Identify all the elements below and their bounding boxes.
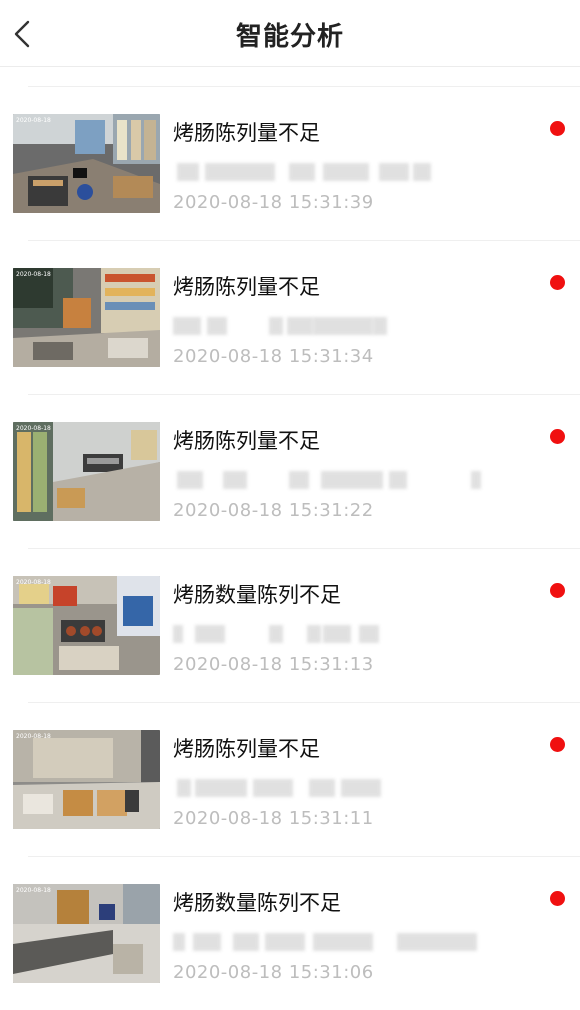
list-item[interactable]: 2020-08-18 烤肠陈列量不足 2020-08-18 15:31:11	[0, 702, 580, 856]
alert-title: 烤肠陈列量不足	[173, 121, 320, 145]
list-item[interactable]: 2020-08-18 烤肠数量陈列不足 2020-08-18 15:31:06	[0, 856, 580, 1010]
red-dot-icon	[550, 429, 565, 444]
camera-snapshot-thumbnail: 2020-08-18	[13, 730, 160, 829]
svg-text:2020-08-18: 2020-08-18	[16, 117, 51, 124]
redacted-location-text	[173, 469, 493, 491]
red-dot-icon	[550, 583, 565, 598]
nav-bar: 智能分析	[0, 0, 580, 67]
list-item[interactable]: 2020-08-18 烤肠陈列量不足 2020-08-18 15:31:22	[0, 394, 580, 548]
alert-title: 烤肠数量陈列不足	[173, 891, 341, 915]
alert-timestamp: 2020-08-18 15:31:22	[173, 500, 374, 521]
alert-title: 烤肠陈列量不足	[173, 737, 320, 761]
redacted-location-text	[173, 315, 493, 337]
divider	[28, 548, 580, 549]
redacted-location-text	[173, 623, 493, 645]
red-dot-icon	[550, 737, 565, 752]
svg-text:2020-08-18: 2020-08-18	[16, 887, 51, 894]
red-dot-icon	[550, 121, 565, 136]
svg-text:2020-08-18: 2020-08-18	[16, 425, 51, 432]
camera-snapshot-thumbnail: 2020-08-18	[13, 268, 160, 367]
camera-snapshot-thumbnail: 2020-08-18	[13, 114, 160, 213]
redacted-location-text	[173, 777, 493, 799]
alert-title: 烤肠陈列量不足	[173, 429, 320, 453]
divider	[28, 240, 580, 241]
alert-timestamp: 2020-08-18 15:31:06	[173, 962, 374, 983]
alert-title: 烤肠数量陈列不足	[173, 583, 341, 607]
list-item[interactable]: 2020-08-18 烤肠数量陈列不足 2020-08-18 15:31:13	[0, 548, 580, 702]
alert-timestamp: 2020-08-18 15:31:34	[173, 346, 374, 367]
alert-timestamp: 2020-08-18 15:31:39	[173, 192, 374, 213]
redacted-location-text	[173, 161, 493, 183]
redacted-location-text	[173, 931, 493, 953]
divider	[28, 86, 580, 87]
camera-snapshot-thumbnail: 2020-08-18	[13, 422, 160, 521]
svg-text:2020-08-18: 2020-08-18	[16, 271, 51, 278]
alert-timestamp: 2020-08-18 15:31:13	[173, 654, 374, 675]
alert-title: 烤肠陈列量不足	[173, 275, 320, 299]
camera-snapshot-thumbnail: 2020-08-18	[13, 884, 160, 983]
divider	[28, 394, 580, 395]
camera-snapshot-thumbnail: 2020-08-18	[13, 576, 160, 675]
divider	[28, 702, 580, 703]
red-dot-icon	[550, 891, 565, 906]
divider	[28, 856, 580, 857]
red-dot-icon	[550, 275, 565, 290]
page-title: 智能分析	[235, 22, 344, 52]
svg-text:2020-08-18: 2020-08-18	[16, 579, 51, 586]
list-item[interactable]: 2020-08-18 烤肠陈列量不足 2020-08-18 15:31:34	[0, 240, 580, 394]
svg-text:2020-08-18: 2020-08-18	[16, 733, 51, 740]
alert-timestamp: 2020-08-18 15:31:11	[173, 808, 374, 829]
list-item[interactable]: 2020-08-18 烤肠陈列量不足 2020-08-18 15:31:39	[0, 86, 580, 240]
